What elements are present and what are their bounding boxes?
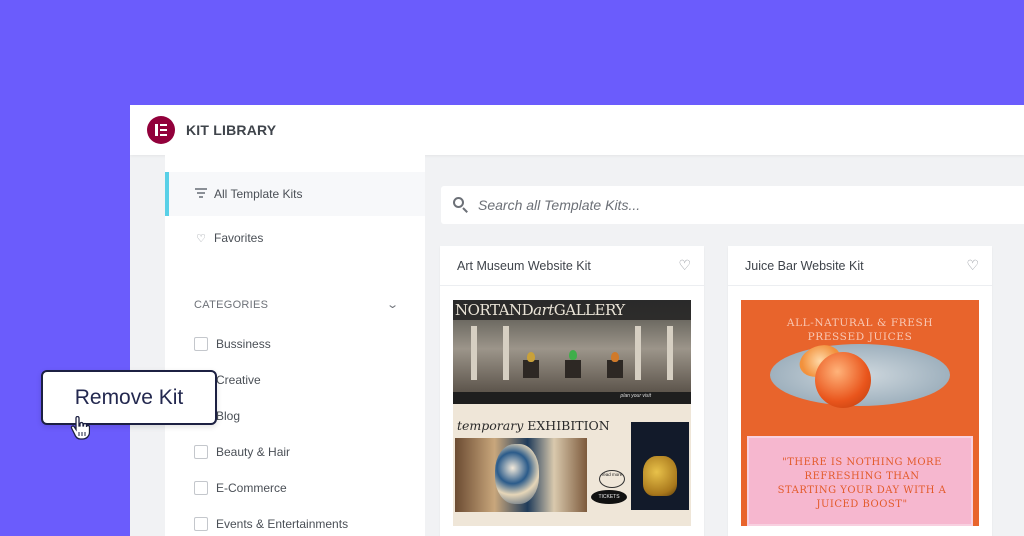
categories-label: CATEGORIES — [194, 298, 269, 311]
heart-icon[interactable]: ♡ — [678, 257, 691, 274]
sidebar-item-label: All Template Kits — [214, 187, 303, 201]
category-bussiness[interactable]: Bussiness — [194, 337, 271, 351]
read-more-badge: read more — [599, 470, 625, 488]
category-label: Blog — [216, 409, 241, 423]
category-checkbox[interactable] — [194, 517, 208, 531]
sidebar: All Template Kits ♡ Favorites CATEGORIES… — [165, 155, 425, 536]
visit-text: plan your visit — [620, 393, 651, 399]
kit-card-title: Art Museum Website Kit — [457, 258, 591, 273]
heart-icon[interactable]: ♡ — [966, 257, 979, 274]
tickets-badge: TICKETS — [591, 490, 627, 504]
jar-image — [631, 422, 689, 510]
filter-icon — [194, 188, 208, 200]
kit-library-window: KIT LIBRARY All Template Kits ♡ Favorite… — [130, 105, 1024, 536]
category-checkbox[interactable] — [194, 481, 208, 495]
exhibition-title: temporary EXHIBITION — [457, 418, 610, 433]
category-label: Creative — [216, 373, 261, 387]
app-title: KIT LIBRARY — [186, 122, 277, 138]
vase-image — [455, 438, 587, 512]
category-label: E-Commerce — [216, 481, 287, 495]
search-icon — [453, 197, 469, 213]
sidebar-item-all-template-kits[interactable]: All Template Kits — [165, 172, 425, 216]
hand-pointer-icon — [70, 416, 90, 440]
heart-icon: ♡ — [196, 232, 206, 245]
kit-card-title: Juice Bar Website Kit — [745, 258, 864, 273]
kit-card-header: Juice Bar Website Kit ♡ — [728, 246, 992, 286]
main-content: Art Museum Website Kit ♡ NORTANDartGALLE… — [425, 155, 1024, 536]
quote-box: "THERE IS NOTHING MORE REFRESHING THAN S… — [747, 436, 973, 526]
category-beauty-hair[interactable]: Beauty & Hair — [194, 445, 290, 459]
kit-thumbnail[interactable]: NORTANDartGALLERY plan your visit tempor… — [453, 300, 691, 526]
sidebar-item-label: Favorites — [214, 231, 264, 245]
sidebar-item-favorites[interactable]: ♡ Favorites — [165, 216, 425, 260]
category-checkbox[interactable] — [194, 445, 208, 459]
kit-card-art-museum[interactable]: Art Museum Website Kit ♡ NORTANDartGALLE… — [440, 246, 704, 536]
category-label: Bussiness — [216, 337, 271, 351]
orange-image — [815, 352, 871, 408]
elementor-logo-icon — [147, 116, 175, 144]
chevron-down-icon: ⌄ — [386, 299, 400, 311]
gallery-title-text: NORTANDartGALLERY — [455, 301, 625, 319]
top-bar: KIT LIBRARY — [130, 105, 1024, 155]
category-events-entertainments[interactable]: Events & Entertainments — [194, 517, 348, 531]
category-checkbox[interactable] — [194, 337, 208, 351]
category-e-commerce[interactable]: E-Commerce — [194, 481, 287, 495]
juice-headline: ALL-NATURAL & FRESH PRESSED JUICES — [786, 317, 934, 343]
category-label: Beauty & Hair — [216, 445, 291, 459]
kit-thumbnail[interactable]: ALL-NATURAL & FRESH PRESSED JUICES "THER… — [741, 300, 979, 526]
kit-card-juice-bar[interactable]: Juice Bar Website Kit ♡ ALL-NATURAL & FR… — [728, 246, 992, 536]
search-input[interactable] — [478, 197, 978, 213]
search-bar[interactable] — [441, 186, 1024, 224]
category-label: Events & Entertainments — [216, 517, 349, 531]
quote-text: "THERE IS NOTHING MORE REFRESHING THAN S… — [777, 457, 947, 510]
categories-toggle[interactable]: CATEGORIES ⌄ — [194, 298, 400, 312]
kit-card-header: Art Museum Website Kit ♡ — [440, 246, 704, 286]
remove-kit-button[interactable]: Remove Kit — [41, 370, 217, 425]
